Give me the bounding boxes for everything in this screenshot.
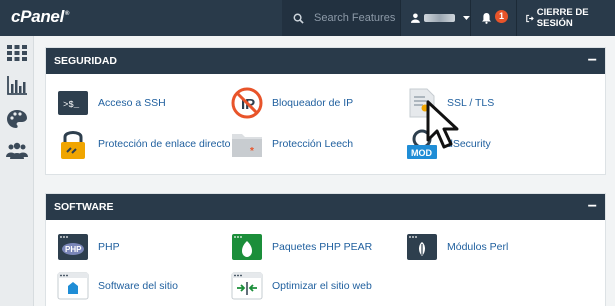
svg-text:PHP: PHP xyxy=(65,245,82,254)
ip-blocker-icon: IP xyxy=(231,87,263,119)
search-input[interactable]: Search Features xyxy=(314,12,395,24)
username-blurred xyxy=(423,14,456,22)
logout-label: CIERRE DE SESIÓN xyxy=(536,7,589,29)
collapse-button[interactable]: − xyxy=(588,199,597,215)
chevron-down-icon xyxy=(463,16,470,20)
cpanel-logo[interactable]: cPanel® xyxy=(11,7,69,27)
sidebar xyxy=(0,36,34,306)
chart-icon[interactable] xyxy=(6,74,28,96)
mouse-cursor-icon xyxy=(426,100,459,149)
section-title: SOFTWARE xyxy=(54,201,114,213)
link-lock-icon xyxy=(61,131,85,159)
svg-text:>$_: >$_ xyxy=(63,100,80,110)
user-menu[interactable] xyxy=(400,0,470,36)
php-pear-icon xyxy=(232,234,262,260)
notification-badge: 1 xyxy=(495,10,508,23)
search-box[interactable]: Search Features xyxy=(282,0,400,36)
collapse-button[interactable]: − xyxy=(588,53,597,69)
user-icon xyxy=(411,13,420,23)
terminal-icon: >$_ xyxy=(58,91,88,115)
palette-icon[interactable] xyxy=(6,108,28,130)
optimize-icon xyxy=(231,272,263,300)
php-link[interactable]: PHP PHP xyxy=(56,230,120,264)
notifications-button[interactable]: 1 xyxy=(470,0,516,36)
site-software-icon xyxy=(57,272,89,300)
hotlink-protection-link[interactable]: Protección de enlace directo xyxy=(56,127,231,161)
bell-icon xyxy=(482,13,491,24)
php-pear-link[interactable]: Paquetes PHP PEAR xyxy=(230,230,372,264)
site-software-link[interactable]: Software del sitio xyxy=(56,269,178,303)
grid-icon[interactable] xyxy=(6,42,28,64)
software-section: SOFTWARE − PHP PHP Paquetes PHP PEAR Mód… xyxy=(45,193,606,306)
perl-modules-link[interactable]: Módulos Perl xyxy=(405,230,508,264)
ssh-access-link[interactable]: >$_ Acceso a SSH xyxy=(56,86,166,120)
users-icon[interactable] xyxy=(6,140,28,162)
ip-blocker-link[interactable]: IP Bloqueador de IP xyxy=(230,86,353,120)
section-title: SEGURIDAD xyxy=(54,55,118,67)
section-header[interactable]: SEGURIDAD − xyxy=(46,48,605,74)
optimize-website-link[interactable]: Optimizar el sitio web xyxy=(230,269,372,303)
folder-leech-icon: * xyxy=(232,134,262,157)
leech-protection-link[interactable]: * Protección Leech xyxy=(230,127,353,161)
logout-button[interactable]: CIERRE DE SESIÓN xyxy=(516,0,615,36)
svg-text:*: * xyxy=(250,146,254,157)
perl-icon xyxy=(407,234,437,260)
logout-icon xyxy=(526,14,534,22)
php-icon: PHP xyxy=(58,234,88,260)
top-bar: cPanel® Search Features 1 CIERRE DE SESI… xyxy=(0,0,615,36)
security-section: SEGURIDAD − >$_ Acceso a SSH IP Bloquead… xyxy=(45,47,606,175)
section-header[interactable]: SOFTWARE − xyxy=(46,194,605,220)
search-icon xyxy=(293,13,304,24)
